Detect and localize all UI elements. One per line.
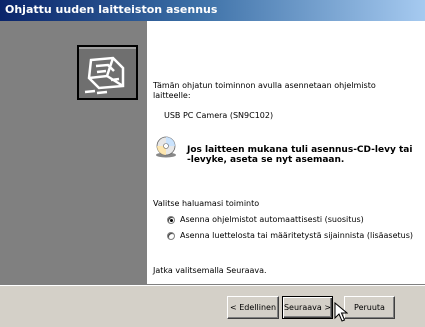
hardware-wizard-icon: [77, 45, 138, 100]
mouse-pointer-icon: [334, 302, 348, 322]
cd-disc-icon: [156, 136, 176, 158]
button-separator: [0, 284, 425, 286]
back-button[interactable]: < Edellinen: [227, 296, 279, 319]
title-bar[interactable]: Ohjattu uuden laitteiston asennus: [0, 0, 425, 21]
intro-text-line2: laitteelle:: [153, 91, 191, 100]
cd-prompt-line2: -levyke, aseta se nyt asemaan.: [187, 155, 345, 165]
device-name: USB PC Camera (SN9C102): [164, 111, 274, 120]
cancel-button[interactable]: Peruuta: [344, 296, 395, 319]
continue-hint: Jatka valitsemalla Seuraava.: [153, 266, 267, 275]
next-button[interactable]: Seuraava >: [282, 296, 333, 319]
radio-label-manual[interactable]: Asenna luettelosta tai määritetystä sija…: [180, 231, 413, 240]
cd-prompt-line1: Jos laitteen mukana tuli asennus-CD-levy…: [187, 145, 413, 155]
radio-label-automatic[interactable]: Asenna ohjelmistot automaattisesti (suos…: [180, 215, 364, 224]
wizard-sidebar: [0, 21, 147, 284]
radio-button-manual[interactable]: [167, 232, 175, 240]
intro-text: Tämän ohjatun toiminnon avulla asennetaa…: [153, 81, 376, 90]
window-title: Ohjattu uuden laitteiston asennus: [5, 3, 218, 16]
wizard-content: Tämän ohjatun toiminnon avulla asennetaa…: [147, 21, 425, 284]
radio-button-automatic[interactable]: [167, 216, 175, 224]
hardware-wizard-window: Ohjattu uuden laitteiston asennus Tämän …: [0, 0, 425, 327]
choose-action-label: Valitse haluamasi toiminto: [153, 199, 260, 208]
